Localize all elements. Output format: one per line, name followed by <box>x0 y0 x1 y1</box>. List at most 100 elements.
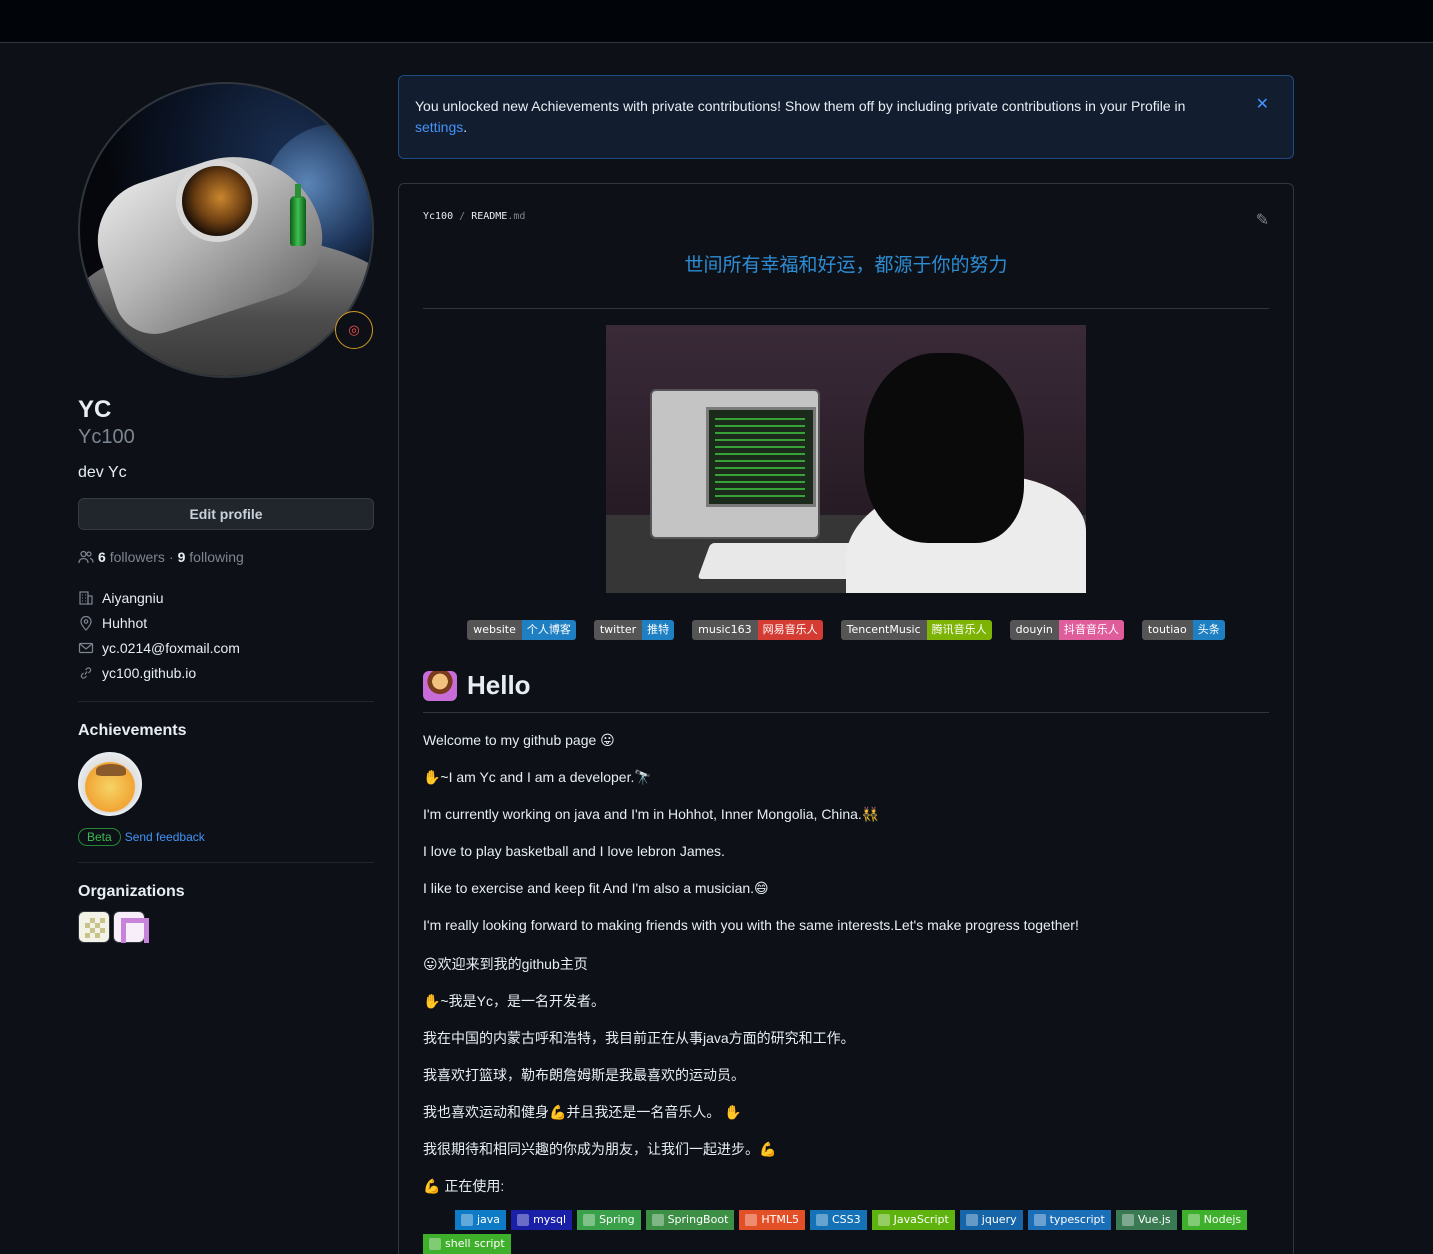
detail-website-link[interactable]: yc100.github.io <box>102 665 196 681</box>
detail-company-text: Aiyangniu <box>102 589 164 606</box>
followers-label: followers <box>109 549 165 565</box>
profile-bio: dev Yc <box>78 464 127 481</box>
profile-fullname: YC <box>78 396 112 423</box>
readme-paragraph: ✋~I am Yc and I am a developer.🔭 <box>423 769 652 785</box>
tech-logo-icon <box>1187 1214 1200 1226</box>
tech-logo-icon <box>1121 1214 1134 1226</box>
tech-badge-label: java <box>477 1213 501 1226</box>
tech-badge-jquery[interactable]: jquery <box>959 1210 1023 1230</box>
tech-logo-icon <box>461 1214 473 1226</box>
achievement-badge-icon[interactable] <box>78 752 142 816</box>
followers-link[interactable]: 6 followers <box>98 549 165 565</box>
readme-paragraph: 我也喜欢运动和健身💪并且我还是一名音乐人。 ✋ <box>423 1104 742 1120</box>
social-badge-tencentmusic[interactable]: TencentMusic 腾讯音乐人 <box>840 620 992 640</box>
tech-badge-html5[interactable]: HTML5 <box>739 1210 805 1230</box>
beta-label: Beta <box>78 828 121 846</box>
detail-location-text: Huhhot <box>102 614 148 631</box>
tech-badge-springboot[interactable]: SpringBoot <box>645 1210 735 1230</box>
profile-sidebar: ◎ YC Yc100 dev Yc Edit profile 6 followe… <box>78 82 374 943</box>
pencil-icon[interactable]: ✎ <box>1256 210 1269 230</box>
tech-badge-label: HTML5 <box>761 1213 799 1226</box>
detail-email[interactable]: yc.0214@foxmail.com <box>78 635 374 660</box>
tech-badge-label: Vue.js <box>1137 1213 1171 1226</box>
readme-path: Yc100 / README.md <box>423 211 525 222</box>
tech-logo-icon <box>816 1214 828 1226</box>
tech-badge-label: CSS3 <box>832 1213 861 1226</box>
mail-icon <box>78 642 94 653</box>
following-count: 9 <box>177 549 186 565</box>
tech-badge-mysql[interactable]: mysql <box>511 1210 573 1230</box>
social-badges: website 个人博客 twitter 推特 music163 网易音乐人 Tencent… <box>423 620 1269 640</box>
sidebar-divider <box>78 701 374 702</box>
tech-badge-label: typescript <box>1049 1213 1105 1226</box>
tech-logo-icon <box>429 1238 441 1250</box>
tech-badge-label: JavaScript <box>893 1213 949 1226</box>
tech-badge-spring[interactable]: Spring <box>577 1210 641 1230</box>
tech-badge-vue-js[interactable]: Vue.js <box>1115 1210 1177 1230</box>
detail-website[interactable]: yc100.github.io <box>78 660 374 685</box>
tech-badge-label: mysql <box>533 1213 567 1226</box>
follow-stats: 6 followers · 9 following <box>78 549 374 565</box>
tech-logo-icon <box>877 1214 890 1226</box>
organizations-title: Organizations <box>78 883 185 900</box>
detail-email-link[interactable]: yc.0214@foxmail.com <box>102 640 240 656</box>
tech-badge-typescript[interactable]: typescript <box>1027 1210 1111 1230</box>
social-badge-douyin[interactable]: douyin 抖音音乐人 <box>1009 620 1124 640</box>
readme-paragraph: ✋~我是Yc，是一名开发者。 <box>423 993 605 1009</box>
badge-value: 腾讯音乐人 <box>926 620 992 640</box>
settings-link[interactable]: settings <box>415 119 463 135</box>
badge-value: 头条 <box>1192 620 1225 640</box>
tech-badge-nodejs[interactable]: Nodejs <box>1181 1210 1248 1230</box>
readme-repo-link[interactable]: Yc100 <box>423 211 453 222</box>
badge-value: 推特 <box>642 620 675 640</box>
badge-value: 网易音乐人 <box>757 620 823 640</box>
edit-profile-button[interactable]: Edit profile <box>78 498 374 530</box>
avatar[interactable] <box>78 82 374 378</box>
following-link[interactable]: 9 following <box>178 549 244 565</box>
tech-logo-icon <box>517 1214 530 1226</box>
follow-separator: · <box>168 549 174 565</box>
tech-badge-label: Nodejs <box>1203 1213 1242 1226</box>
link-icon <box>80 666 92 679</box>
close-icon[interactable]: ✕ <box>1256 94 1269 115</box>
tech-logo-icon <box>745 1214 758 1226</box>
tech-badge-java[interactable]: java <box>455 1210 507 1230</box>
readme-motto: 世间所有幸福和好运，都源于你的努力 <box>684 254 1008 276</box>
badge-label: twitter <box>593 620 643 640</box>
organization-icon <box>79 590 93 605</box>
organization-avatar-2[interactable] <box>113 911 149 943</box>
organizations-list <box>78 911 374 943</box>
badge-value: 个人博客 <box>521 620 576 640</box>
tech-badge-label: shell script <box>445 1237 505 1250</box>
badge-label: douyin <box>1009 620 1059 640</box>
tech-badge-label: jquery <box>981 1213 1017 1226</box>
status-emoji-icon[interactable]: ◎ <box>335 311 373 349</box>
top-header-bar <box>0 0 1433 43</box>
heading-divider <box>423 712 1269 713</box>
tech-badge-javascript[interactable]: JavaScript <box>871 1210 955 1230</box>
readme-box: Yc100 / README.md ✎ 世间所有幸福和好运，都源于你的努力 we… <box>398 183 1294 1254</box>
tech-logo-icon <box>965 1214 978 1226</box>
raising-hand-icon <box>423 670 457 701</box>
achievements-title[interactable]: Achievements <box>78 722 374 740</box>
badge-value: 抖音音乐人 <box>1058 620 1124 640</box>
send-feedback-link[interactable]: Send feedback <box>125 830 205 844</box>
avatar-container: ◎ <box>78 82 374 378</box>
social-badge-website[interactable]: website 个人博客 <box>467 620 576 640</box>
social-badge-music163[interactable]: music163 网易音乐人 <box>692 620 823 640</box>
avatar-helmet <box>176 160 258 242</box>
tech-logo-icon <box>1033 1214 1046 1226</box>
tech-logo-icon <box>583 1214 596 1226</box>
social-badge-twitter[interactable]: twitter 推特 <box>593 620 675 640</box>
social-badge-toutiao[interactable]: toutiao 头条 <box>1141 620 1225 640</box>
tech-badge-shell-script[interactable]: shell script <box>423 1234 511 1254</box>
readme-paragraph: Welcome to my github page 😛 <box>423 732 615 748</box>
readme-divider <box>423 308 1269 309</box>
readme-paragraph: 我喜欢打篮球，勒布朗詹姆斯是我最喜欢的运动员。 <box>423 1067 745 1083</box>
hello-heading-text: Hello <box>467 670 531 700</box>
organization-avatar-1[interactable] <box>78 911 110 943</box>
hello-heading: Hello <box>423 670 531 701</box>
sidebar-divider <box>78 862 374 863</box>
tech-badge-css3[interactable]: CSS3 <box>810 1210 867 1230</box>
badge-label: TencentMusic <box>840 620 927 640</box>
